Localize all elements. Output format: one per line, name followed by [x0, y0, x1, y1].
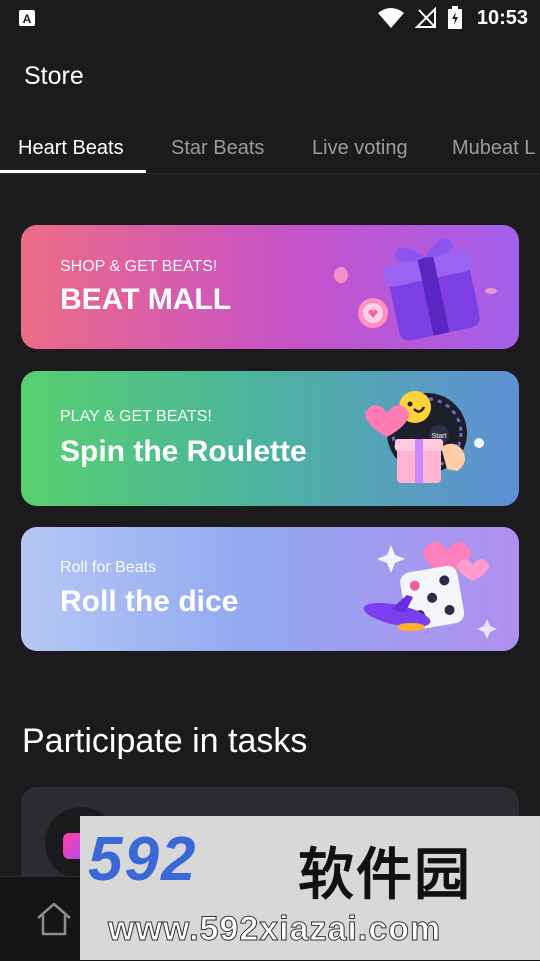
beat-mall-title: BEAT MALL: [60, 283, 232, 316]
tasks-section-title: Participate in tasks: [22, 722, 308, 760]
roulette-title: Spin the Roulette: [60, 435, 307, 468]
dice-kicker: Roll for Beats: [60, 559, 157, 576]
watermark-brand: 592: [88, 825, 198, 894]
battery-charging-icon: [447, 6, 462, 29]
tab-heart-beats[interactable]: Heart Beats: [18, 128, 124, 174]
no-signal-icon: [414, 7, 436, 28]
roulette-icon: Start: [365, 391, 484, 483]
status-time: 10:53: [476, 6, 528, 29]
keyboard-a-icon: A: [19, 10, 35, 26]
tab-star-beats[interactable]: Star Beats: [171, 128, 264, 174]
svg-text:Start: Start: [432, 433, 447, 440]
beat-mall-kicker: SHOP & GET BEATS!: [60, 258, 218, 275]
roulette-card[interactable]: PLAY & GET BEATS! Spin the Roulette Star…: [21, 371, 519, 506]
dice-title: Roll the dice: [60, 585, 239, 618]
watermark-cn: 软件园: [298, 843, 472, 906]
home-icon[interactable]: [34, 901, 74, 937]
status-bar: A 10:53: [0, 0, 540, 36]
dice-icon: [363, 542, 497, 639]
tab-live-voting[interactable]: Live voting: [312, 128, 408, 174]
watermark: 592 软件园 www.592xiazai.com: [80, 816, 540, 960]
tab-bar: Heart Beats Star Beats Live voting Mubea…: [0, 128, 540, 174]
status-icons: 10:53: [377, 5, 528, 31]
page-title: Store: [24, 62, 84, 90]
roulette-kicker: PLAY & GET BEATS!: [60, 408, 212, 425]
wifi-icon: [377, 8, 404, 28]
beat-mall-card[interactable]: SHOP & GET BEATS! BEAT MALL: [21, 225, 519, 349]
svg-text:A: A: [23, 12, 32, 26]
tab-mubeat[interactable]: Mubeat L: [452, 128, 535, 174]
dice-card[interactable]: Roll for Beats Roll the dice: [21, 527, 519, 651]
tabs-divider: [0, 173, 540, 174]
watermark-url: www.592xiazai.com: [107, 910, 442, 949]
gift-box-icon: [334, 238, 497, 341]
